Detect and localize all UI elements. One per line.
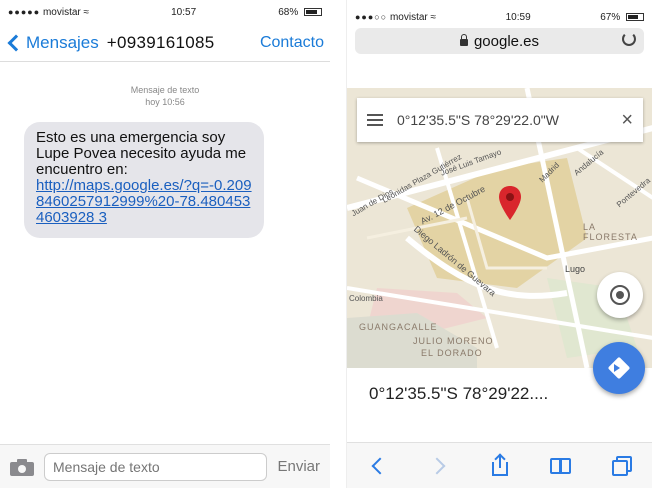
browser-toolbar xyxy=(347,442,652,488)
map-label-area: LA FLORESTA xyxy=(583,222,638,242)
battery-percent: 67% xyxy=(600,11,621,23)
carrier-name: movistar xyxy=(389,11,428,23)
map-label-area: EL DORADO xyxy=(421,348,483,358)
map-pin-icon[interactable] xyxy=(499,186,521,220)
battery-info: 68% xyxy=(278,7,322,18)
message-timestamp: Mensaje de texto hoy 10:56 xyxy=(0,84,330,108)
signal-dots: ●●●●● xyxy=(8,6,41,17)
status-bar: ●●●○○ movistar ≈ 10:59 67% xyxy=(347,0,652,28)
carrier-name: movistar xyxy=(42,6,81,18)
place-title: 0°12'35.5"S 78°29'22.... xyxy=(369,384,549,403)
messages-screen: ●●●●● movistar ≈ 10:57 68% Mensajes +093… xyxy=(0,0,330,488)
reload-icon[interactable] xyxy=(622,32,636,46)
status-time: 10:59 xyxy=(505,11,531,23)
back-to-messages-button[interactable]: Mensajes xyxy=(6,33,99,53)
share-icon[interactable] xyxy=(488,452,512,478)
message-input-bar: Enviar xyxy=(0,444,330,488)
tabs-icon[interactable] xyxy=(610,454,634,478)
browser-screen: ●●●○○ movistar ≈ 10:59 67% google.es Leo… xyxy=(346,0,652,488)
forward-arrow-icon[interactable] xyxy=(427,454,451,478)
back-arrow-icon[interactable] xyxy=(366,454,390,478)
battery-icon xyxy=(304,7,322,16)
close-icon[interactable]: × xyxy=(621,110,633,130)
maps-link[interactable]: http://maps.google.es/?q=-0.209846025791… xyxy=(36,178,252,226)
battery-info: 67% xyxy=(600,12,644,23)
contact-number: +0939161085 xyxy=(106,32,215,52)
carrier-info: ●●●○○ movistar ≈ xyxy=(355,12,436,23)
map-label-street: Colombia xyxy=(349,294,383,303)
directions-arrow xyxy=(614,364,620,372)
chevron-left-icon xyxy=(7,34,25,51)
wifi-icon: ≈ xyxy=(83,6,90,18)
address-bar[interactable]: google.es xyxy=(355,28,644,54)
message-time-label: hoy 10:56 xyxy=(145,97,185,107)
camera-icon[interactable] xyxy=(10,458,34,476)
status-time: 10:57 xyxy=(171,6,197,18)
map-label-area: GUANGACALLE xyxy=(359,322,438,332)
map-label-area: JULIO MORENO xyxy=(413,336,494,346)
battery-percent: 68% xyxy=(278,6,299,18)
bookmarks-icon[interactable] xyxy=(549,454,573,478)
directions-button[interactable] xyxy=(593,342,645,394)
my-location-button[interactable] xyxy=(597,272,643,318)
message-bubble: Esto es una emergencia soy Lupe Povea ne… xyxy=(24,122,264,238)
lock-icon xyxy=(459,33,468,46)
message-type-label: Mensaje de texto xyxy=(130,85,200,95)
wifi-icon: ≈ xyxy=(430,11,437,23)
map-label-area: Lugo xyxy=(565,264,586,274)
back-label: Mensajes xyxy=(26,32,99,52)
messages-nav-bar: Mensajes +0939161085 Contacto xyxy=(0,24,330,62)
message-input[interactable] xyxy=(44,452,268,481)
search-query[interactable]: 0°12'35.5"S 78°29'22.0"W xyxy=(397,112,621,128)
location-target-dot xyxy=(616,291,624,299)
carrier-info: ●●●●● movistar ≈ xyxy=(8,7,89,18)
contact-button[interactable]: Contacto xyxy=(260,34,324,52)
menu-icon[interactable] xyxy=(367,114,383,126)
url-text: google.es xyxy=(473,32,540,50)
battery-icon xyxy=(626,12,644,21)
send-button[interactable]: Enviar xyxy=(277,458,320,475)
signal-dots: ●●●○○ xyxy=(355,11,388,22)
status-bar: ●●●●● movistar ≈ 10:57 68% xyxy=(0,0,330,24)
message-text: Esto es una emergencia soy Lupe Povea ne… xyxy=(36,129,247,178)
map-search-card[interactable]: 0°12'35.5"S 78°29'22.0"W × xyxy=(357,98,643,142)
